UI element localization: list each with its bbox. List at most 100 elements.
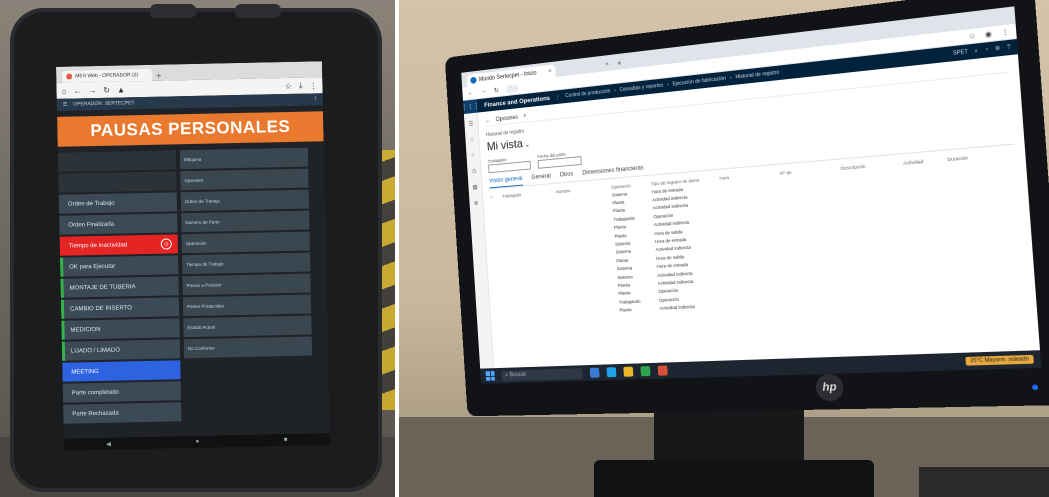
workspace-icon[interactable]: ▦ xyxy=(472,184,477,191)
cell-actividad xyxy=(905,186,949,189)
bell-icon[interactable]: ◔ xyxy=(984,47,988,54)
meeting-button[interactable]: MEETING xyxy=(62,360,181,382)
gear-icon[interactable]: ⚙ xyxy=(995,45,1001,52)
cell-hora xyxy=(728,302,789,305)
parte-completado-button[interactable]: Parte completado xyxy=(62,381,182,403)
row-dot-icon xyxy=(494,252,506,253)
cell-duracion xyxy=(951,210,996,213)
cell-duracion xyxy=(956,274,1002,276)
search-icon[interactable]: ⌕ xyxy=(523,113,526,120)
lijado-limado-button[interactable]: LIJADO / LIMADO xyxy=(61,339,181,361)
file-explorer-icon[interactable] xyxy=(589,367,600,378)
tab-dimensiones[interactable]: Dimensiones financieras xyxy=(582,165,644,180)
cell-actividad xyxy=(909,240,953,243)
filter-fecha: Fecha del parte xyxy=(537,150,582,169)
forward-icon[interactable]: → xyxy=(88,85,96,94)
cell-actividad xyxy=(906,204,950,207)
back-icon[interactable]: ← xyxy=(468,89,474,96)
bookmark-star-icon[interactable]: ☆ xyxy=(285,81,292,90)
profile-icon[interactable]: ◉ xyxy=(985,29,993,38)
hamburger-menu-icon[interactable]: ☰ xyxy=(63,102,68,108)
reload-icon[interactable]: ↻ xyxy=(103,85,110,94)
back-icon[interactable]: ← xyxy=(485,117,491,123)
cell-duracion xyxy=(957,283,1003,285)
ok-para-ejecutar-button[interactable]: OK para Ejecutar xyxy=(60,255,179,277)
weather-widget[interactable]: 26°C Mayorm. soleado xyxy=(965,354,1034,366)
bookmark-star-icon[interactable]: ☆ xyxy=(968,31,976,40)
action-button[interactable] xyxy=(57,150,177,172)
cell-actividad xyxy=(906,195,950,198)
monitor-screen: Mundo Sertecpet - Inicio × × + ← → ↻ ☆ ◉ xyxy=(461,6,1042,384)
nav-recents-icon[interactable]: ■ xyxy=(284,437,288,443)
cell-duracion xyxy=(957,292,1003,294)
list-icon[interactable]: ≣ xyxy=(474,200,479,207)
cell-nombre xyxy=(562,286,617,289)
forward-icon[interactable]: → xyxy=(481,88,488,95)
reload-icon[interactable]: ↻ xyxy=(494,86,500,94)
back-icon[interactable]: ← xyxy=(73,86,81,95)
home-icon[interactable]: ⌂ xyxy=(470,137,473,143)
cell-numero xyxy=(788,282,849,285)
help-icon[interactable]: ? xyxy=(1007,44,1011,51)
download-icon[interactable]: ⤓ xyxy=(299,81,303,91)
menu-kebab-icon[interactable]: ⋮ xyxy=(1001,27,1010,37)
info-field-no-conforme: No Conforme xyxy=(183,336,313,359)
monitor-photo: hp Mundo Sertecpet - Inicio × × + ← → ↻ … xyxy=(399,0,1049,497)
select-all-checkbox[interactable]: ○ xyxy=(490,194,503,199)
home-icon[interactable]: ⌂ xyxy=(61,86,66,95)
tab-general[interactable]: General xyxy=(531,173,551,184)
windows-start-icon[interactable] xyxy=(485,371,495,381)
cell-actividad xyxy=(907,213,951,216)
orden-finalizada-button[interactable]: Orden Finalizada xyxy=(59,213,178,235)
store-icon[interactable] xyxy=(640,366,651,377)
tablet-browser-tab[interactable]: MES Web - OPERADOR (2) xyxy=(62,68,153,83)
star-icon[interactable]: ☆ xyxy=(470,152,476,159)
cell-numero xyxy=(787,273,848,276)
cell-descripcion xyxy=(848,269,911,272)
breadcrumb-item[interactable]: Consultas y reportes xyxy=(619,83,663,94)
cell-nombre xyxy=(563,302,619,305)
tablet-screen: MES Web - OPERADOR (2) + ⌂ ← → ↻ ▲ ☆ ⤓ ⋮… xyxy=(56,61,330,451)
breadcrumb-item[interactable]: Historial de registro xyxy=(735,70,779,81)
info-field-partes-producidas: Partes Producidas xyxy=(182,294,312,317)
menu-kebab-icon[interactable]: ⋮ xyxy=(309,81,317,90)
close-tab-icon[interactable]: × xyxy=(548,68,552,74)
cell-duracion xyxy=(950,191,995,194)
company-picker[interactable]: SPET xyxy=(953,49,968,57)
info-field-operador: Operador xyxy=(180,168,309,191)
site-info-icon[interactable]: ▲ xyxy=(117,85,125,94)
cell-actividad xyxy=(909,249,954,252)
parte-rechazada-button[interactable]: Parte Rechazada xyxy=(63,402,182,424)
cell-numero xyxy=(788,290,849,293)
search-icon[interactable]: ⌕ xyxy=(974,48,978,55)
edge-icon[interactable] xyxy=(606,367,617,378)
options-button[interactable]: Opciones xyxy=(496,114,519,122)
new-tab-button[interactable]: + xyxy=(614,58,625,70)
chrome-icon[interactable] xyxy=(657,365,668,376)
site-settings-icon[interactable] xyxy=(505,83,519,93)
cell-numero xyxy=(784,229,845,233)
cell-nombre xyxy=(560,244,615,248)
cell-hora xyxy=(722,216,783,220)
clock-icon[interactable]: ◷ xyxy=(472,168,477,175)
tiempo-inactividad-button[interactable]: Tiempo de Inactividad ◷ xyxy=(59,234,178,256)
tab-otros[interactable]: Otros xyxy=(560,172,574,183)
action-button[interactable] xyxy=(58,171,177,193)
row-dot-icon xyxy=(495,268,507,269)
hamburger-menu-icon[interactable]: ☰ xyxy=(468,121,474,128)
breadcrumb-item[interactable]: Control de producción xyxy=(565,88,611,99)
row-dot-icon xyxy=(496,292,508,293)
tab-vision-general[interactable]: Visión general xyxy=(488,175,524,189)
cell-hora xyxy=(725,250,786,254)
close-tab-icon[interactable]: × xyxy=(605,61,609,67)
montaje-tuberia-button[interactable]: MONTAJE DE TUBERIA xyxy=(60,276,179,298)
new-tab-button[interactable]: + xyxy=(156,71,161,81)
upload-icon[interactable]: ⤒ xyxy=(314,96,316,102)
nav-home-icon[interactable]: ● xyxy=(196,439,200,445)
cambio-inserto-button[interactable]: CAMBIO DE INSERTO xyxy=(60,297,180,319)
orden-de-trabajo-button[interactable]: Orden de Trabajo xyxy=(58,192,178,214)
taskbar-search[interactable]: ⌕ Buscar xyxy=(501,367,583,381)
medicion-button[interactable]: MEDICION xyxy=(61,318,180,340)
nav-back-icon[interactable]: ◀ xyxy=(106,440,111,447)
folder-icon[interactable] xyxy=(623,366,634,377)
